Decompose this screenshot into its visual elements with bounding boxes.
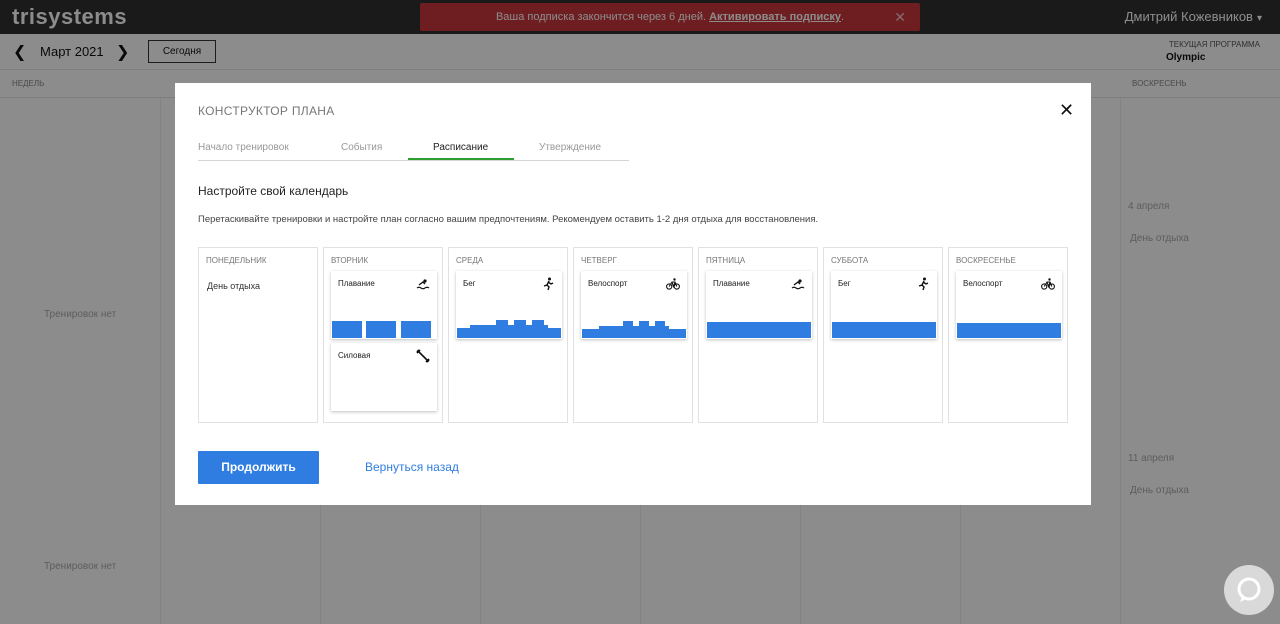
day-column-saturday[interactable]: СУББОТА Бег	[823, 247, 943, 423]
day-column-monday[interactable]: ПОНЕДЕЛЬНИК День отдыха	[198, 247, 318, 423]
intensity-block	[366, 321, 396, 338]
intensity-block	[623, 321, 633, 327]
run-icon	[918, 277, 929, 291]
swim-icon	[791, 279, 805, 290]
intensity-block	[957, 323, 1061, 338]
intensity-block	[532, 320, 544, 326]
step-start[interactable]: Начало тренировок	[198, 142, 289, 153]
intensity-block	[582, 329, 686, 338]
workout-title: Плавание	[338, 279, 375, 288]
workout-title: Бег	[463, 279, 476, 288]
bike-icon	[666, 278, 680, 290]
strength-icon	[416, 349, 430, 363]
plan-builder-modal: КОНСТРУКТОР ПЛАНА ✕ Начало тренировок Со…	[175, 83, 1091, 505]
chat-button[interactable]	[1224, 565, 1274, 615]
rest-day-text: День отдыха	[207, 281, 261, 291]
step-events[interactable]: События	[341, 142, 382, 153]
workout-card-run[interactable]: Бег	[831, 271, 937, 339]
workout-title: Велоспорт	[588, 279, 628, 288]
wizard-steps: Начало тренировок События Расписание Утв…	[198, 137, 629, 161]
day-name: ПЯТНИЦА	[706, 256, 746, 265]
intensity-block	[457, 328, 561, 338]
active-step-indicator	[408, 158, 514, 160]
workout-card-swim[interactable]: Плавание	[706, 271, 812, 339]
intensity-block	[832, 322, 936, 338]
workout-card-bike[interactable]: Велоспорт	[956, 271, 1062, 339]
workout-title: Бег	[838, 279, 851, 288]
continue-button[interactable]: Продолжить	[198, 451, 319, 484]
day-name: ЧЕТВЕРГ	[581, 256, 617, 265]
workout-card-bike[interactable]: Велоспорт	[581, 271, 687, 339]
day-column-wednesday[interactable]: СРЕДА Бег	[448, 247, 568, 423]
workout-title: Плавание	[713, 279, 750, 288]
workout-card-run[interactable]: Бег	[456, 271, 562, 339]
day-name: ВТОРНИК	[331, 256, 369, 265]
day-column-sunday[interactable]: ВОСКРЕСЕНЬЕ Велоспорт	[948, 247, 1068, 423]
intensity-block	[514, 320, 526, 326]
step-schedule[interactable]: Расписание	[433, 142, 488, 153]
workout-card-strength[interactable]: Силовая	[331, 343, 437, 411]
section-description: Перетаскивайте тренировки и настройте пл…	[198, 214, 819, 225]
day-name: СРЕДА	[456, 256, 484, 265]
step-approval[interactable]: Утверждение	[539, 142, 601, 153]
intensity-block	[707, 322, 811, 338]
day-column-friday[interactable]: ПЯТНИЦА Плавание	[698, 247, 818, 423]
run-icon	[543, 277, 554, 291]
intensity-block	[332, 321, 362, 338]
intensity-block	[401, 321, 431, 338]
day-column-tuesday[interactable]: ВТОРНИК Плавание Силовая	[323, 247, 443, 423]
intensity-block	[655, 321, 665, 327]
chat-icon	[1237, 577, 1261, 602]
day-name: ВОСКРЕСЕНЬЕ	[956, 256, 1016, 265]
intensity-block	[639, 321, 649, 327]
day-name: СУББОТА	[831, 256, 869, 265]
workout-title: Велоспорт	[963, 279, 1003, 288]
day-column-thursday[interactable]: ЧЕТВЕРГ Велоспорт	[573, 247, 693, 423]
bike-icon	[1041, 278, 1055, 290]
go-back-link[interactable]: Вернуться назад	[365, 460, 459, 474]
day-name: ПОНЕДЕЛЬНИК	[206, 256, 267, 265]
workout-title: Силовая	[338, 351, 371, 360]
modal-title: КОНСТРУКТОР ПЛАНА	[198, 104, 335, 118]
close-icon[interactable]: ✕	[1059, 100, 1074, 121]
workout-card-swim[interactable]: Плавание	[331, 271, 437, 339]
swim-icon	[416, 279, 430, 290]
section-heading: Настройте свой календарь	[198, 184, 349, 198]
intensity-block	[496, 320, 508, 326]
